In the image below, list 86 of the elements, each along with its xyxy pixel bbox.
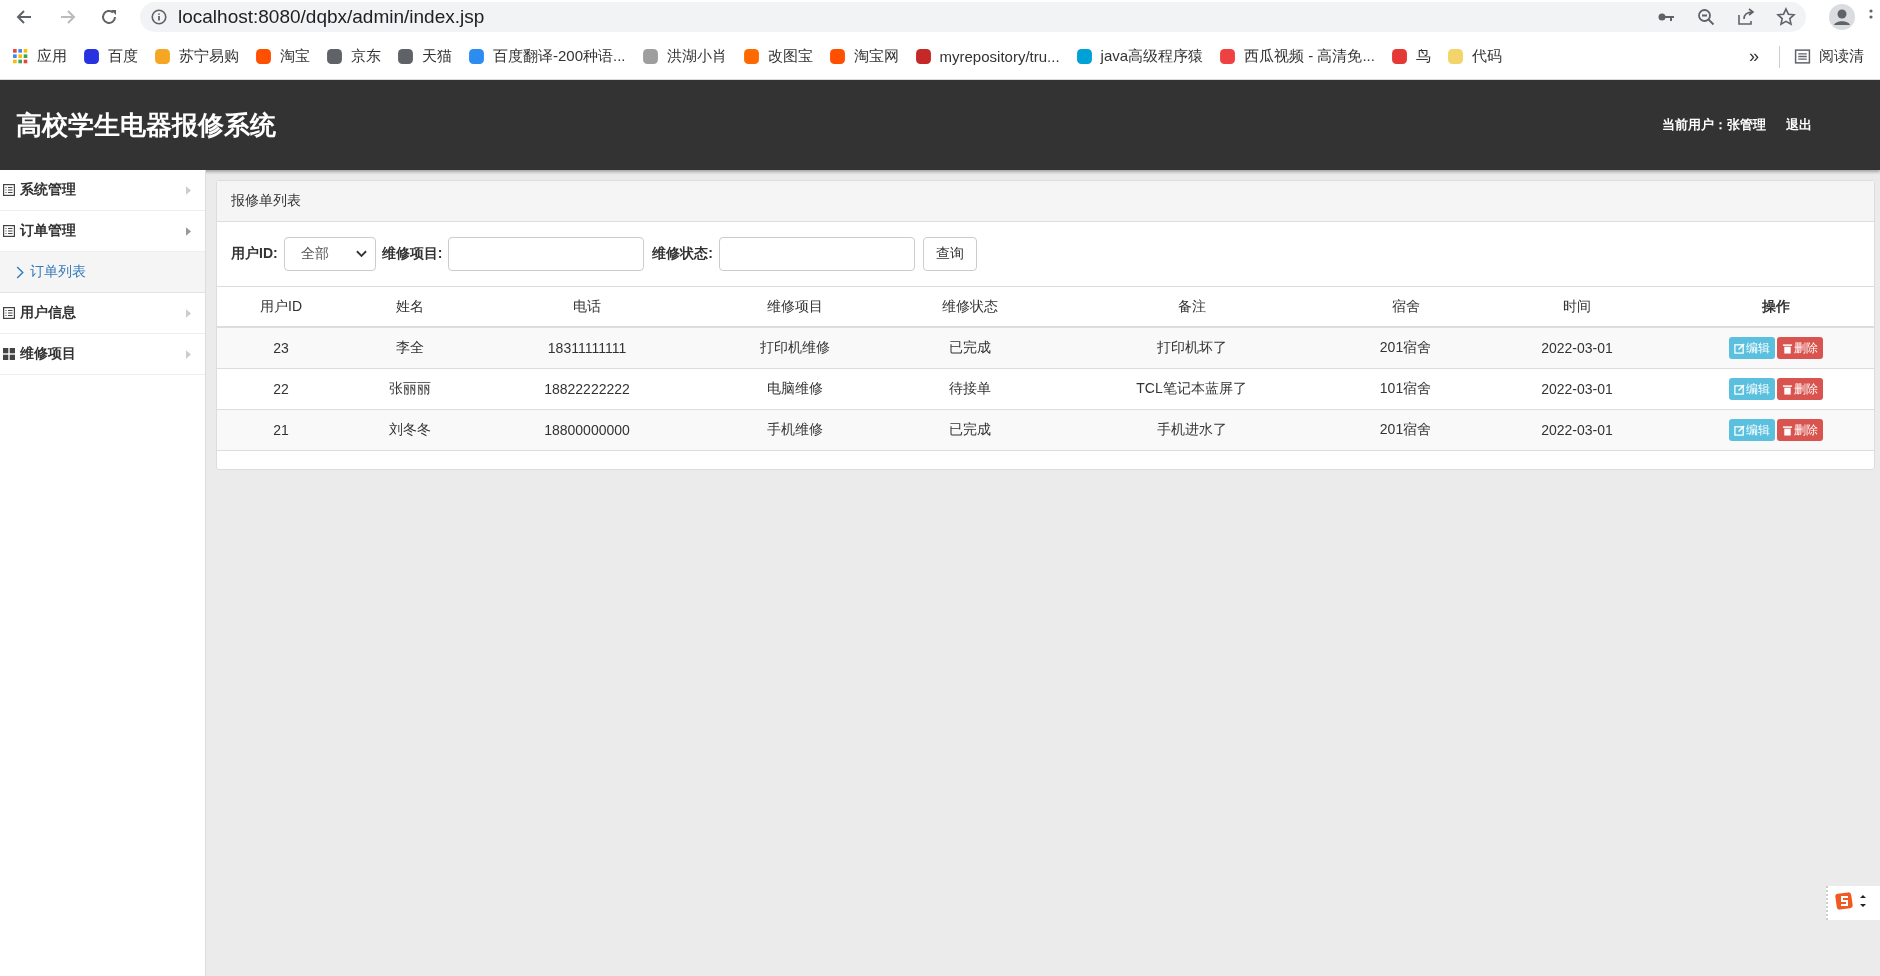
list-icon bbox=[3, 307, 15, 319]
table-cell: 22 bbox=[217, 368, 345, 410]
table-cell: 18311111111 bbox=[475, 327, 699, 369]
table-cell: 201宿舍 bbox=[1334, 327, 1477, 369]
list-icon bbox=[1794, 48, 1811, 65]
edit-icon bbox=[1733, 424, 1745, 436]
bookmark[interactable]: java高级程序猿 bbox=[1069, 47, 1214, 66]
table-cell: 2022-03-01 bbox=[1477, 409, 1677, 451]
bookmark[interactable]: 京东 bbox=[320, 47, 391, 66]
bookmark[interactable]: 洪湖小肖 bbox=[635, 47, 737, 66]
delete-button[interactable]: 删除 bbox=[1776, 378, 1823, 400]
list-icon bbox=[3, 184, 15, 196]
reading-list-button[interactable]: 阅读清 bbox=[1788, 47, 1874, 66]
bookmark[interactable]: 淘宝 bbox=[249, 47, 320, 66]
edit-icon bbox=[1733, 383, 1745, 395]
reload-icon[interactable] bbox=[99, 7, 119, 27]
bookmark[interactable]: 应用 bbox=[6, 47, 77, 66]
search-button[interactable]: 查询 bbox=[923, 237, 977, 271]
bookmark[interactable]: 苏宁易购 bbox=[148, 47, 249, 66]
table-cell: 待接单 bbox=[891, 368, 1049, 410]
caret-icon bbox=[186, 185, 191, 195]
user-id-select[interactable]: 全部 bbox=[283, 237, 376, 271]
submenu-item[interactable]: 订单列表 bbox=[0, 252, 205, 293]
table-cell: 201宿舍 bbox=[1334, 409, 1477, 451]
bookmark[interactable]: 改图宝 bbox=[736, 47, 823, 66]
trash-icon bbox=[1781, 424, 1793, 436]
trash-icon bbox=[1781, 383, 1793, 395]
delete-button[interactable]: 删除 bbox=[1776, 419, 1823, 441]
list-icon bbox=[3, 225, 15, 237]
star-icon[interactable] bbox=[1776, 7, 1796, 27]
input-field[interactable] bbox=[719, 237, 915, 271]
table-cell: 手机维修 bbox=[699, 409, 891, 451]
table-cell: 已完成 bbox=[891, 409, 1049, 451]
table-cell: 2022-03-01 bbox=[1477, 368, 1677, 410]
input-field[interactable] bbox=[448, 237, 645, 271]
app-title: 高校学生电器报修系统 bbox=[16, 108, 276, 142]
bookmark[interactable]: 代码 bbox=[1440, 47, 1512, 66]
table-cell: 李全 bbox=[345, 327, 475, 369]
table-cell: 18800000000 bbox=[475, 409, 699, 451]
table-cell: 打印机坏了 bbox=[1049, 327, 1334, 369]
table-cell: 打印机维修 bbox=[699, 327, 891, 369]
table-cell: 21 bbox=[217, 409, 345, 451]
menu-item[interactable]: 维修项目 bbox=[0, 334, 205, 375]
profile-icon[interactable] bbox=[1828, 3, 1856, 31]
bookmark[interactable]: 鸟 bbox=[1384, 47, 1441, 66]
caret-icon bbox=[186, 308, 191, 318]
menu-item[interactable]: 用户信息 bbox=[0, 293, 205, 334]
address-bar[interactable]: localhost:8080/dqbx/admin/index.jsp bbox=[140, 2, 1806, 32]
bookmark[interactable]: 百度 bbox=[77, 47, 148, 66]
grid-icon bbox=[3, 348, 15, 360]
trash-icon bbox=[1781, 342, 1793, 354]
bookmark[interactable]: myrepository/tru... bbox=[908, 48, 1070, 65]
edit-icon bbox=[1733, 342, 1745, 354]
current-user: 当前用户：张管理 bbox=[1662, 116, 1766, 134]
filter-label: 维修项目: bbox=[381, 245, 443, 263]
filter-label: 维修状态: bbox=[652, 245, 713, 263]
table-cell: 已完成 bbox=[891, 327, 1049, 369]
panel-title: 报修单列表 bbox=[231, 192, 301, 210]
ime-toolbar-icon[interactable] bbox=[1826, 886, 1880, 920]
table-cell: 手机进水了 bbox=[1049, 409, 1334, 451]
apps-grid-icon bbox=[12, 48, 29, 65]
bookmark[interactable]: 百度翻译-200种语... bbox=[462, 47, 636, 66]
url-text: localhost:8080/dqbx/admin/index.jsp bbox=[178, 6, 485, 28]
table-cell: 18822222222 bbox=[475, 368, 699, 410]
bookmark[interactable]: 淘宝网 bbox=[822, 47, 909, 66]
bookmark[interactable]: 西瓜视频 - 高清免... bbox=[1213, 47, 1385, 66]
more-bookmarks-button[interactable]: » bbox=[1737, 46, 1771, 67]
share-icon[interactable] bbox=[1736, 7, 1756, 27]
table-cell: 23 bbox=[217, 327, 345, 369]
chevron-down-icon bbox=[355, 250, 367, 258]
table-cell: 电脑维修 bbox=[699, 368, 891, 410]
chevron-right-icon bbox=[16, 265, 24, 279]
caret-icon bbox=[186, 349, 191, 359]
table-cell: TCL笔记本蓝屏了 bbox=[1049, 368, 1334, 410]
delete-button[interactable]: 删除 bbox=[1776, 337, 1823, 359]
info-icon bbox=[150, 8, 168, 26]
zoom-out-icon[interactable] bbox=[1696, 7, 1716, 27]
menu-item[interactable]: 系统管理 bbox=[0, 170, 205, 211]
table-cell: 101宿舍 bbox=[1334, 368, 1477, 410]
table-cell: 张丽丽 bbox=[345, 368, 475, 410]
table-cell: 2022-03-01 bbox=[1477, 327, 1677, 369]
bookmark[interactable]: 天猫 bbox=[391, 47, 462, 66]
logout-link[interactable]: 退出 bbox=[1786, 116, 1812, 134]
caret-icon bbox=[186, 226, 191, 236]
table-cell: 刘冬冬 bbox=[345, 409, 475, 451]
filter-label: 用户ID: bbox=[231, 245, 278, 263]
